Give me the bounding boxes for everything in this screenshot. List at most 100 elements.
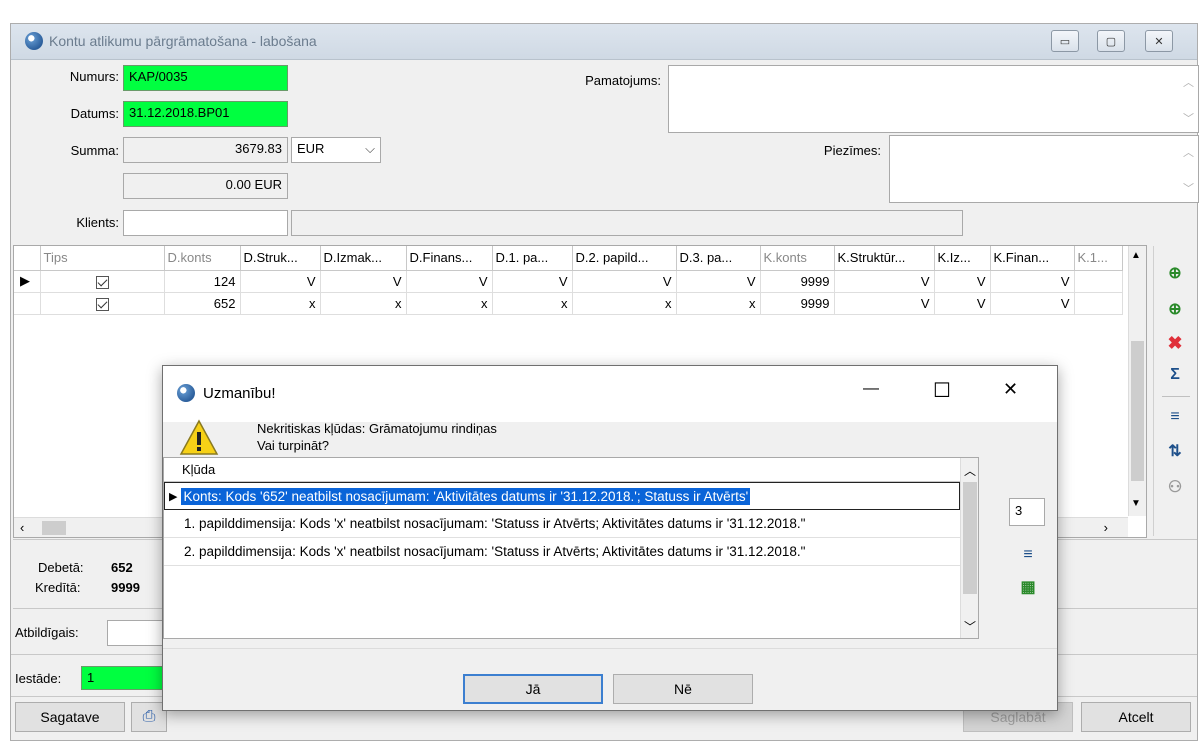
column-header[interactable]: D.Izmak... xyxy=(320,246,407,271)
checkbox-checked-icon xyxy=(95,275,109,289)
export-rows-icon[interactable]: ≡ xyxy=(1160,404,1190,430)
column-header[interactable]: K.Iz... xyxy=(934,246,991,271)
iestade-field[interactable]: 1 xyxy=(81,666,167,690)
column-header[interactable]: D.konts xyxy=(164,246,241,271)
column-header[interactable]: K.1... xyxy=(1074,246,1123,271)
table-cell[interactable]: x xyxy=(320,292,407,315)
toolbar-divider xyxy=(1162,396,1190,397)
debets-value: 652 xyxy=(111,560,133,575)
table-cell[interactable]: V xyxy=(834,270,935,293)
maximize-icon: ▢ xyxy=(1105,35,1117,48)
dialog-minimize-button[interactable]: — xyxy=(863,380,879,398)
vertical-scrollbar[interactable]: ▲ ▼ xyxy=(1128,246,1146,516)
dialog-title: Uzmanību! xyxy=(203,385,276,402)
tips-checkbox[interactable] xyxy=(40,270,165,293)
title-bar: Kontu atlikumu pārgrāmatošana - labošana… xyxy=(11,24,1197,60)
table-cell[interactable]: x xyxy=(572,292,677,315)
scroll-down-icon[interactable]: ﹀ xyxy=(1183,180,1194,196)
currency-select[interactable]: EUR ⌵ xyxy=(291,137,381,163)
error-list-scrollbar[interactable]: ︿ ﹀ xyxy=(960,458,978,638)
table-cell[interactable]: V xyxy=(406,270,493,293)
column-header[interactable]: D.3. pa... xyxy=(676,246,761,271)
table-cell[interactable]: V xyxy=(934,292,991,315)
column-header[interactable]: D.Finans... xyxy=(406,246,493,271)
column-header[interactable]: K.konts xyxy=(760,246,835,271)
piezimes-textarea[interactable]: ︿ ﹀ xyxy=(889,135,1199,203)
dialog-close-button[interactable]: ✕ xyxy=(1003,379,1018,400)
table-cell[interactable]: 9999 xyxy=(760,270,835,293)
column-header[interactable]: D.1. pa... xyxy=(492,246,573,271)
no-button[interactable]: Nē xyxy=(613,674,753,704)
add-row-copy-icon[interactable]: ⊕ xyxy=(1160,260,1190,286)
sum-icon[interactable]: Σ xyxy=(1160,362,1190,388)
table-row[interactable]: ▶ 124 V V V V V V 9999 V V V xyxy=(14,270,1123,293)
sort-icon[interactable]: ⇅ xyxy=(1160,438,1190,464)
table-cell[interactable]: x xyxy=(240,292,321,315)
scrollbar-thumb[interactable] xyxy=(963,482,977,594)
scroll-up-icon[interactable]: ︿ xyxy=(1183,74,1194,90)
tips-checkbox[interactable] xyxy=(40,292,165,315)
table-cell[interactable]: 124 xyxy=(164,270,241,293)
table-cell[interactable]: x xyxy=(406,292,493,315)
error-row[interactable]: 2. papilddimensija: Kods 'x' neatbilst n… xyxy=(164,538,960,566)
error-row[interactable]: 1. papilddimensija: Kods 'x' neatbilst n… xyxy=(164,510,960,538)
atbildigais-field[interactable] xyxy=(107,620,167,646)
table-cell[interactable]: V xyxy=(240,270,321,293)
pamatojums-textarea[interactable]: ︿ ﹀ xyxy=(668,65,1199,133)
add-row-icon[interactable]: ⊕ xyxy=(1160,296,1190,322)
table-cell[interactable]: V xyxy=(834,292,935,315)
table-cell[interactable]: V xyxy=(492,270,573,293)
atcelt-button[interactable]: Atcelt xyxy=(1081,702,1191,732)
delete-row-icon[interactable]: ✖ xyxy=(1160,330,1190,356)
scroll-down-icon[interactable]: ▼ xyxy=(1131,498,1141,509)
yes-button[interactable]: Jā xyxy=(463,674,603,704)
users-icon[interactable]: ⚇ xyxy=(1160,474,1190,500)
scroll-left-icon[interactable]: ‹ xyxy=(20,520,24,535)
export-errors-icon[interactable]: ≡ xyxy=(1013,542,1043,568)
error-list-header[interactable]: Kļūda xyxy=(164,458,978,482)
scroll-down-icon[interactable]: ﹀ xyxy=(1183,110,1194,126)
maximize-button[interactable]: ▢ xyxy=(1097,30,1125,52)
scroll-right-icon[interactable]: › xyxy=(1104,520,1108,535)
table-cell[interactable] xyxy=(1074,292,1123,315)
table-cell[interactable] xyxy=(1074,270,1123,293)
scroll-up-icon[interactable]: ▲ xyxy=(1131,250,1141,261)
column-header[interactable]: K.Finan... xyxy=(990,246,1075,271)
warning-icon xyxy=(179,419,219,455)
pamatojums-label: Pamatojums: xyxy=(585,73,661,88)
table-cell[interactable]: x xyxy=(676,292,761,315)
table-cell[interactable]: x xyxy=(492,292,573,315)
table-cell[interactable]: V xyxy=(990,270,1075,293)
sagatave-button[interactable]: Sagatave xyxy=(15,702,125,732)
table-cell[interactable]: V xyxy=(320,270,407,293)
dialog-maximize-button[interactable]: ☐ xyxy=(933,378,951,403)
kredits-label: Kredītā: xyxy=(35,580,81,595)
scroll-up-icon[interactable]: ︿ xyxy=(1183,144,1194,160)
column-header[interactable]: D.2. papild... xyxy=(572,246,677,271)
error-row-selected[interactable]: ▶ Konts: Kods '652' neatbilst nosacījuma… xyxy=(164,482,960,510)
klients-field[interactable] xyxy=(123,210,288,236)
lines-table: Tips D.konts D.Struk... D.Izmak... D.Fin… xyxy=(14,246,1123,315)
table-cell[interactable]: 9999 xyxy=(760,292,835,315)
datums-field[interactable]: 31.12.2018.BP01 xyxy=(123,101,288,127)
numurs-field[interactable]: KAP/0035 xyxy=(123,65,288,91)
table-cell[interactable]: V xyxy=(990,292,1075,315)
table-cell[interactable]: 652 xyxy=(164,292,241,315)
close-button[interactable]: ✕ xyxy=(1145,30,1173,52)
error-list: Kļūda ▶ Konts: Kods '652' neatbilst nosa… xyxy=(163,457,979,639)
column-header[interactable]: Tips xyxy=(40,246,165,271)
excel-export-icon[interactable]: ▦ xyxy=(1013,574,1043,600)
column-header[interactable]: D.Struk... xyxy=(240,246,321,271)
printer-icon: ⎙ xyxy=(142,708,156,725)
column-header[interactable]: K.Struktūr... xyxy=(834,246,935,271)
minimize-button[interactable]: ▭ xyxy=(1051,30,1079,52)
grid-header-row: Tips D.konts D.Struk... D.Izmak... D.Fin… xyxy=(14,246,1123,271)
table-cell[interactable]: V xyxy=(572,270,677,293)
scrollbar-thumb[interactable] xyxy=(1131,341,1144,481)
scroll-down-icon[interactable]: ﹀ xyxy=(964,618,976,635)
table-row[interactable]: 652 x x x x x x 9999 V V V xyxy=(14,292,1123,315)
table-cell[interactable]: V xyxy=(934,270,991,293)
table-cell[interactable]: V xyxy=(676,270,761,293)
scrollbar-thumb[interactable] xyxy=(42,521,66,535)
scroll-up-icon[interactable]: ︿ xyxy=(964,462,976,479)
